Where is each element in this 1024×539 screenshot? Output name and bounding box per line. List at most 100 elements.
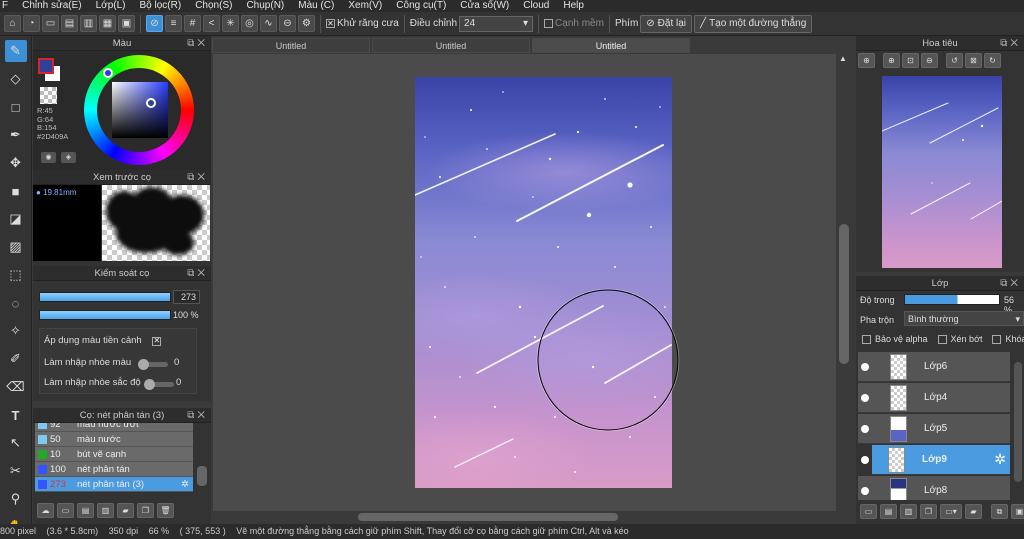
panel-close-icon[interactable]: ⧉✕: [1000, 276, 1021, 291]
export-icon[interactable]: ▦: [99, 15, 116, 32]
curve-ruler-icon[interactable]: ∿: [260, 15, 277, 32]
eyedropper-tool-icon[interactable]: ⚲: [5, 488, 27, 510]
sv-handle[interactable]: [146, 98, 156, 108]
new-layer-icon[interactable]: ▭: [860, 504, 877, 519]
visibility-eye-icon[interactable]: [861, 456, 869, 464]
gear-icon[interactable]: ✲: [181, 477, 189, 492]
brush-item-selected[interactable]: 273 nét phân tán (3) ✲: [35, 477, 193, 492]
menu-edit[interactable]: Chỉnh sửa(E): [22, 0, 82, 12]
fit-icon[interactable]: ⊡: [902, 53, 919, 68]
smooth-edge-checkbox[interactable]: [544, 19, 554, 28]
horizontal-scroll-thumb[interactable]: [358, 513, 618, 521]
panel-close-icon[interactable]: ⧉✕: [187, 408, 208, 423]
select-eraser-tool-icon[interactable]: ⌫: [5, 376, 27, 398]
duplicate-icon[interactable]: ❐: [137, 503, 154, 518]
layer-menu-icon[interactable]: ▭▾: [940, 504, 962, 519]
hue-wheel[interactable]: [84, 55, 194, 165]
tab-document-1[interactable]: Untitled: [212, 38, 370, 53]
concentric-ruler-icon[interactable]: ◎: [241, 15, 258, 32]
foreground-color-swatch[interactable]: [38, 58, 54, 74]
bucket-tool-icon[interactable]: ◪: [5, 208, 27, 230]
brush-item[interactable]: 10 bút vẽ cạnh: [35, 447, 193, 462]
brush-size-value[interactable]: 273: [173, 290, 200, 304]
grid-ruler-icon[interactable]: #: [184, 15, 201, 32]
new-raster-layer-icon[interactable]: ▤: [880, 504, 897, 519]
layer-row[interactable]: Lớp4: [858, 383, 1010, 413]
color-mode-palette-icon[interactable]: ◈: [61, 152, 76, 163]
zoom-in-icon[interactable]: ⊕: [883, 53, 900, 68]
zoom-icon[interactable]: ⊕: [858, 53, 875, 68]
blur-color-slider[interactable]: [138, 359, 168, 370]
vertical-scrollbar[interactable]: ▲: [836, 54, 852, 511]
zoom-out-icon[interactable]: ⊖: [921, 53, 938, 68]
navigator-thumbnail[interactable]: [882, 76, 1002, 268]
layer-row[interactable]: Lớp8: [858, 476, 1010, 500]
radial-ruler-icon[interactable]: ✳: [222, 15, 239, 32]
home-icon[interactable]: ⌂: [4, 15, 21, 32]
cloud-icon[interactable]: ☁: [37, 503, 54, 518]
menu-capture[interactable]: Chụp(N): [246, 0, 284, 12]
panel-close-icon[interactable]: ⧉✕: [187, 170, 208, 185]
new-file-icon[interactable]: ▭: [42, 15, 59, 32]
eraser-tool-icon[interactable]: ◇: [5, 68, 27, 90]
tab-document-2[interactable]: Untitled: [372, 38, 530, 53]
transparent-color-swatch[interactable]: [40, 87, 57, 104]
clipping-checkbox[interactable]: [937, 334, 947, 344]
magic-wand-tool-icon[interactable]: ✧: [5, 320, 27, 342]
brush-item[interactable]: 50 màu nước: [35, 432, 193, 447]
ruler-settings-icon[interactable]: ⚙: [298, 15, 315, 32]
lock-checkbox[interactable]: [992, 334, 1002, 344]
gear-icon[interactable]: ✲: [994, 451, 1006, 468]
reset-button[interactable]: ⊘ Đặt lại: [640, 14, 693, 33]
parallel-ruler-icon[interactable]: ≡: [165, 15, 182, 32]
panel-close-icon[interactable]: ⧉✕: [187, 266, 208, 281]
save-as-icon[interactable]: ▥: [80, 15, 97, 32]
mask-icon[interactable]: ▣: [1011, 504, 1024, 519]
folder-icon[interactable]: ▰: [965, 504, 982, 519]
marquee-tool-icon[interactable]: ⬚: [5, 264, 27, 286]
brush-item[interactable]: 100 nét phân tán: [35, 462, 193, 477]
blend-mode-dropdown[interactable]: Bình thường ▾: [904, 311, 1024, 326]
fill-rect-tool-icon[interactable]: ■: [5, 180, 27, 202]
visibility-eye-icon[interactable]: [861, 487, 869, 495]
menu-select[interactable]: Chọn(S): [195, 0, 232, 12]
add-brush-icon[interactable]: ▤: [77, 503, 94, 518]
rotate-left-icon[interactable]: ↺: [946, 53, 963, 68]
visibility-eye-icon[interactable]: [861, 425, 869, 433]
rotate-right-icon[interactable]: ↻: [984, 53, 1001, 68]
panel-close-icon[interactable]: ⧉✕: [187, 36, 208, 51]
visibility-eye-icon[interactable]: [861, 394, 869, 402]
layer-row[interactable]: Lớp6: [858, 352, 1010, 382]
menu-help[interactable]: Help: [563, 0, 584, 12]
menu-color[interactable]: Màu (C): [298, 0, 334, 12]
operation-tool-icon[interactable]: ↖: [5, 432, 27, 454]
pen-tool-icon[interactable]: ✒: [5, 124, 27, 146]
text-tool-icon[interactable]: T: [5, 404, 27, 426]
symmetry-ruler-icon[interactable]: ⊖: [279, 15, 296, 32]
adjust-dropdown[interactable]: 24 ▾: [459, 15, 534, 32]
protect-alpha-checkbox[interactable]: [862, 334, 871, 344]
straight-line-button[interactable]: ╱ Tạo một đường thẳng: [694, 14, 813, 33]
reset-view-icon[interactable]: ⊠: [965, 53, 982, 68]
menu-cloud[interactable]: Cloud: [523, 0, 549, 12]
new-brush-icon[interactable]: ▭: [57, 503, 74, 518]
save-icon[interactable]: ▤: [61, 15, 78, 32]
menu-file[interactable]: F: [2, 0, 8, 12]
blur-hue-slider[interactable]: [144, 379, 174, 390]
brush-opacity-slider[interactable]: [39, 310, 171, 320]
new-vector-layer-icon[interactable]: ▥: [900, 504, 917, 519]
menu-window[interactable]: Cửa số(W): [460, 0, 509, 12]
rect-select-tool-icon[interactable]: □: [5, 96, 27, 118]
ruler-off-icon[interactable]: ⊘: [146, 15, 163, 32]
folder-icon[interactable]: ▰: [117, 503, 134, 518]
layer-row-selected[interactable]: Lớp9 ✲: [872, 445, 1010, 475]
brush-item[interactable]: 92 màu nước ướt: [35, 423, 193, 432]
copy-layer-icon[interactable]: ❐: [920, 504, 937, 519]
delete-icon[interactable]: 🗑: [157, 503, 174, 518]
chat-icon[interactable]: ◔: [23, 15, 40, 32]
brush-list-scrollbar[interactable]: [197, 466, 207, 486]
divide-tool-icon[interactable]: ✂: [5, 460, 27, 482]
merge-layer-icon[interactable]: ⧉: [991, 504, 1008, 519]
antialias-checkbox[interactable]: ✕: [326, 19, 335, 28]
layer-list-scrollbar[interactable]: [1014, 362, 1022, 482]
